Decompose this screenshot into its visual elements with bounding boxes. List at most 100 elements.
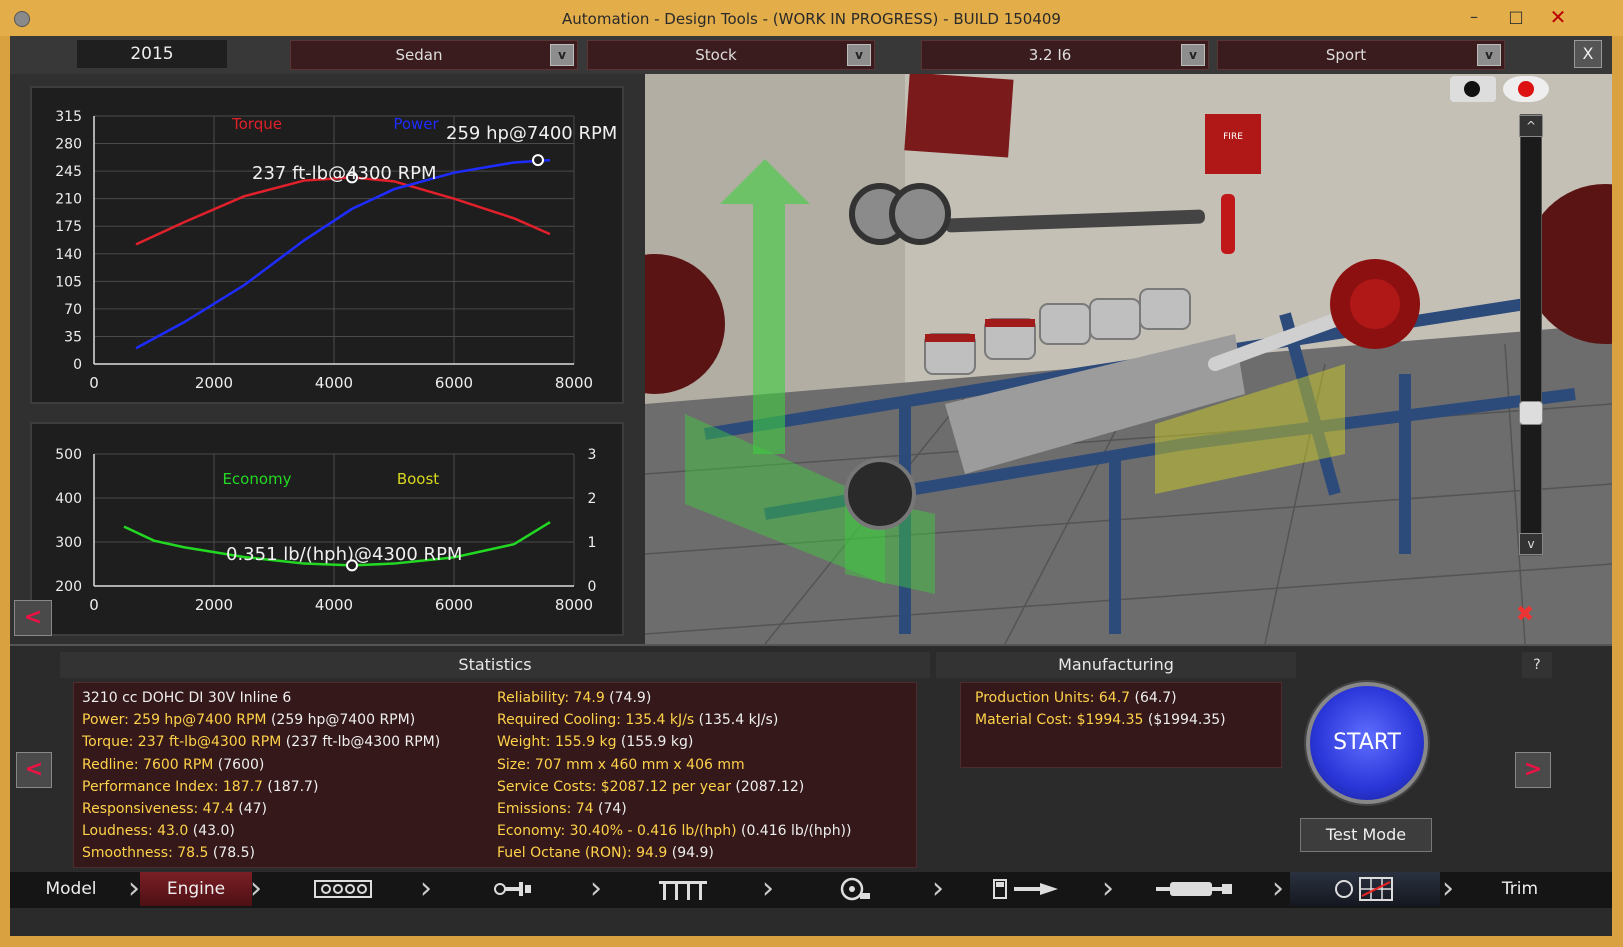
stat-row: Weight: 155.9 kg (155.9 kg) <box>497 731 851 753</box>
start-button[interactable]: START <box>1306 682 1428 804</box>
x-tick-label: 2000 <box>195 374 233 392</box>
stat-label: Reliability: 74.9 <box>497 690 605 706</box>
chevron-down-icon[interactable]: v <box>847 44 871 66</box>
prev-page-button[interactable]: < <box>16 752 52 788</box>
engine-3d-view[interactable]: FIRE ^ v ✖ <box>645 74 1612 644</box>
y-tick-label: 0 <box>73 357 82 373</box>
chevron-down-icon[interactable]: v <box>550 44 574 66</box>
y-tick-label: 35 <box>64 329 82 345</box>
nav-engine[interactable]: Engine <box>140 872 252 906</box>
minimize-button[interactable]: – <box>1454 4 1494 30</box>
y-tick-label: 70 <box>64 302 82 318</box>
stat-row: Economy: 30.40% - 0.416 lb/(hph) (0.416 … <box>497 820 851 842</box>
stat-original-value: (237 ft-lb@4300 RPM) <box>281 734 441 751</box>
stat-row: Reliability: 74.9 (74.9) <box>497 687 851 709</box>
boost-legend: Boost <box>397 470 439 488</box>
statistics-box: 3210 cc DOHC DI 30V Inline 6 Power: 259 … <box>73 682 917 868</box>
power-legend: Power <box>393 115 439 133</box>
trim-dropdown-value: Sport <box>1325 46 1367 64</box>
y-tick-label: 315 <box>55 109 82 125</box>
close-window-button[interactable]: ✕ <box>1538 4 1578 30</box>
chevron-right-icon: › <box>1272 871 1284 906</box>
economy-chart: 0 2000 4000 6000 8000 500 400 300 200 3 2 1 0 Economy… <box>55 447 597 614</box>
x-tick-label: 8000 <box>555 596 593 614</box>
stat-row: Performance Index: 187.7 (187.7) <box>82 776 440 798</box>
turbo-icon[interactable] <box>780 872 930 906</box>
eye-icon[interactable] <box>1503 76 1549 102</box>
statistics-header: Statistics <box>60 652 930 678</box>
stat-row: Required Cooling: 135.4 kJ/s (135.4 kJ/s… <box>497 709 851 731</box>
valvetrain-icon[interactable] <box>608 872 758 906</box>
y-tick-label: 175 <box>55 219 82 235</box>
stat-row: Redline: 7600 RPM (7600) <box>82 754 440 776</box>
year-field[interactable]: 2015 <box>77 40 227 68</box>
camera-icon[interactable] <box>1450 76 1496 102</box>
stat-label: Size: 707 mm x 460 mm x 406 mm <box>497 756 745 773</box>
variant-dropdown[interactable]: Stock v <box>587 40 875 70</box>
nav-model[interactable]: Model <box>10 872 132 906</box>
block-icon[interactable] <box>268 872 418 906</box>
manufacturing-header: Manufacturing <box>936 652 1296 678</box>
variant-dropdown-value: Stock <box>695 46 737 64</box>
close-designer-button[interactable]: X <box>1574 40 1602 68</box>
stat-label: Required Cooling: 135.4 kJ/s <box>497 712 695 729</box>
y-tick-label: 210 <box>55 192 82 208</box>
maximize-button[interactable]: □ <box>1496 4 1536 30</box>
scroll-down-button[interactable]: v <box>1519 533 1543 555</box>
chevron-down-icon[interactable]: v <box>1477 44 1501 66</box>
stat-label: Performance Index: 187.7 <box>82 778 263 795</box>
chevron-down-icon[interactable]: v <box>1181 44 1205 66</box>
x-tick-label: 0 <box>89 596 99 614</box>
manufacturing-label: Production Units: 64.7 <box>975 690 1131 706</box>
stats-left-column: 3210 cc DOHC DI 30V Inline 6 Power: 259 … <box>82 687 440 865</box>
x-tick-label: 4000 <box>315 596 353 614</box>
test-mode-button[interactable]: Test Mode <box>1300 818 1432 852</box>
y2-tick-label: 3 <box>588 447 597 463</box>
zoom-scrollbar[interactable]: ^ v <box>1519 114 1543 556</box>
chevron-right-icon: › <box>420 871 432 906</box>
stat-original-value: (187.7) <box>262 778 319 795</box>
stat-label: Economy: 30.40% - 0.416 lb/(hph) <box>497 823 737 840</box>
chevron-right-icon: › <box>932 871 944 906</box>
engine-dropdown[interactable]: 3.2 I6 v <box>921 40 1209 70</box>
body-dropdown[interactable]: Sedan v <box>290 40 578 70</box>
stats-right-column: Reliability: 74.9 (74.9) Required Cooling… <box>497 687 851 865</box>
crank-icon[interactable] <box>438 872 588 906</box>
stat-row: Smoothness: 78.5 (78.5) <box>82 842 440 864</box>
app-frame: 2015 Sedan v Stock v 3.2 I6 v Sport v X … <box>10 36 1612 936</box>
fuel-icon[interactable] <box>950 872 1100 906</box>
reset-view-icon[interactable]: ✖ <box>1503 602 1547 630</box>
stat-label: Redline: 7600 RPM <box>82 756 214 773</box>
tuning-icon[interactable] <box>1290 872 1440 906</box>
y2-tick-label: 1 <box>588 535 597 551</box>
engine-render: FIRE <box>645 74 1612 644</box>
stat-label: Emissions: 74 <box>497 801 594 818</box>
y-tick-label: 500 <box>55 447 82 463</box>
stat-row: Fuel Octane (RON): 94.9 (94.9) <box>497 842 851 864</box>
stat-row: Power: 259 hp@7400 RPM (259 hp@7400 RPM) <box>82 709 440 731</box>
power-torque-graph: 0 2000 4000 6000 8000 315 280 245 210 175 140 105 70… <box>30 86 624 404</box>
collapse-graphs-button[interactable]: < <box>14 600 52 636</box>
exhaust-icon[interactable] <box>1120 872 1270 906</box>
x-tick-label: 0 <box>89 374 99 392</box>
stat-original-value: (47) <box>233 801 268 818</box>
stat-row: Service Costs: $2087.12 per year (2087.1… <box>497 776 851 798</box>
manufacturing-label: Material Cost: $1994.35 <box>975 712 1144 728</box>
torque-peak-label: 237 ft-lb@4300 RPM <box>252 163 437 184</box>
chevron-right-icon: › <box>590 871 602 906</box>
help-button[interactable]: ? <box>1522 652 1552 678</box>
stat-label: Service Costs: $2087.12 per year <box>497 778 731 795</box>
nav-trim[interactable]: Trim <box>1460 872 1580 906</box>
next-page-button[interactable]: > <box>1515 752 1551 788</box>
stat-label: Fuel Octane (RON): 94.9 <box>497 845 668 862</box>
y2-tick-label: 0 <box>588 579 597 595</box>
stat-label: Smoothness: 78.5 <box>82 845 209 862</box>
y-tick-label: 400 <box>55 491 82 507</box>
zoom-slider-handle[interactable] <box>1519 401 1543 425</box>
info-panel: Statistics Manufacturing ? 3210 cc DOHC … <box>10 644 1612 873</box>
power-peak-marker <box>532 154 544 167</box>
stat-label: Loudness: 43.0 <box>82 823 189 840</box>
trim-dropdown[interactable]: Sport v <box>1217 40 1505 70</box>
scroll-up-button[interactable]: ^ <box>1519 115 1543 137</box>
x-tick-label: 4000 <box>315 374 353 392</box>
